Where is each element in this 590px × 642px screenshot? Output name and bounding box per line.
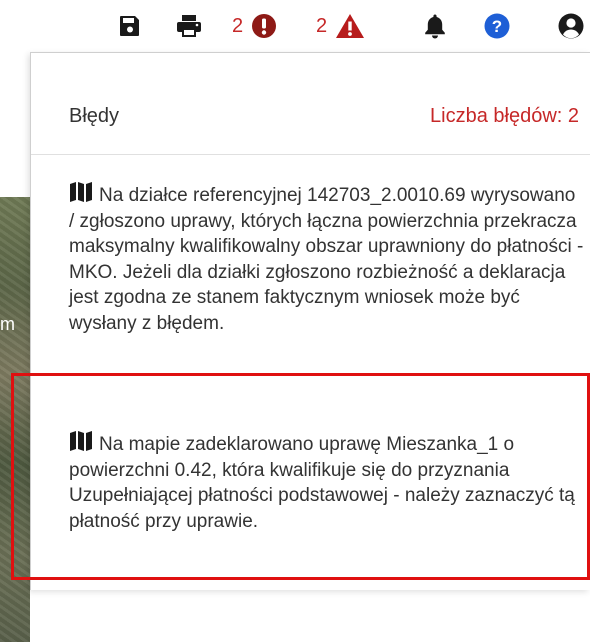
- errors-panel: Błędy Liczba błędów: 2 Na działce refere…: [30, 52, 590, 590]
- panel-title: Błędy: [69, 105, 120, 127]
- errors-count-label: Liczba błędów: 2: [430, 105, 579, 127]
- notifications-button[interactable]: [424, 12, 446, 40]
- map-icon: [70, 431, 92, 451]
- errors-button[interactable]: 2: [232, 12, 277, 40]
- save-icon: [120, 16, 139, 36]
- error-count: 2: [232, 14, 244, 37]
- help-button[interactable]: ?: [484, 12, 510, 40]
- user-icon: [558, 13, 584, 39]
- warning-count: 2: [316, 14, 328, 37]
- error-message-text: Na mapie zadeklarowano uprawę Mieszanka_…: [69, 434, 575, 532]
- top-toolbar: 2 2 ?: [0, 0, 590, 52]
- error-message[interactable]: Na mapie zadeklarowano uprawę Mieszanka_…: [31, 403, 590, 579]
- save-button[interactable]: [118, 12, 142, 40]
- print-button[interactable]: [176, 12, 202, 40]
- user-account-button[interactable]: [558, 12, 584, 40]
- warnings-button[interactable]: 2: [316, 12, 365, 40]
- map-icon: [70, 182, 92, 202]
- help-icon: ?: [484, 13, 510, 39]
- map-label: m: [0, 314, 15, 334]
- error-message[interactable]: Na działce referencyjnej 142703_2.0010.6…: [31, 155, 590, 376]
- print-icon: [177, 15, 201, 37]
- error-message-text: Na działce referencyjnej 142703_2.0010.6…: [69, 185, 584, 334]
- map-image[interactable]: [0, 197, 30, 642]
- map-area[interactable]: m: [0, 52, 30, 642]
- warning-triangle-icon: [336, 14, 365, 38]
- errors-panel-header: Błędy Liczba błędów: 2: [31, 53, 590, 155]
- svg-text:?: ?: [492, 17, 502, 36]
- bell-icon: [425, 14, 445, 39]
- error-circle-icon: [252, 14, 277, 38]
